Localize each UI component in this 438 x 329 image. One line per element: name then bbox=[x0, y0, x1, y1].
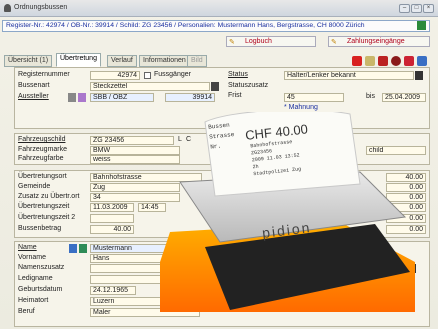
minimize-button[interactable]: – bbox=[399, 4, 410, 13]
zeit2-label: Übertretungszeit 2 bbox=[18, 214, 76, 221]
dropdown-icon[interactable] bbox=[211, 82, 219, 91]
title-bar: Ordnungsbussen – □ × bbox=[0, 0, 438, 17]
window-title: Ordnungsbussen bbox=[14, 4, 68, 11]
tab-uebersicht[interactable]: Übersicht (1) bbox=[4, 55, 53, 67]
tab-uebertretung[interactable]: Übertretung bbox=[56, 53, 101, 67]
logbuch-button[interactable]: ✎ Logbuch bbox=[226, 36, 316, 47]
person-lookup-icon[interactable] bbox=[69, 244, 77, 253]
arrow-right-icon[interactable] bbox=[352, 56, 362, 66]
bussenart-label: Bussenart bbox=[18, 82, 50, 89]
help-icon[interactable] bbox=[417, 56, 427, 66]
zeit2-date-field[interactable] bbox=[90, 214, 134, 223]
geburtsdatum-label: Geburtsdatum bbox=[18, 286, 63, 293]
app-icon bbox=[4, 4, 11, 12]
tab-verlauf[interactable]: Verlauf bbox=[107, 55, 137, 67]
fahrzeugschild-label: Fahrzeugschild bbox=[18, 136, 66, 143]
zeit1-date-field[interactable]: 11.03.2009 bbox=[90, 203, 134, 212]
aussteller-label: Aussteller bbox=[18, 93, 49, 100]
status-label: Status bbox=[228, 71, 248, 78]
zeit1-label: Übertretungszeit bbox=[18, 203, 70, 210]
aussteller-grid-icon[interactable] bbox=[68, 93, 76, 102]
tab-informationen[interactable]: Informationen bbox=[139, 55, 190, 67]
aussteller-field[interactable]: SBB / OBZ bbox=[90, 93, 154, 102]
fahrzeugfarbe-label: Fahrzeugfarbe bbox=[18, 155, 64, 162]
receipt-line-4: 2h bbox=[252, 163, 259, 171]
info-icon[interactable] bbox=[404, 56, 414, 66]
registernummer-field[interactable]: 42974 bbox=[90, 71, 140, 80]
register-info-bar: Register-Nr.: 42974 / OB-Nr.: 39914 / Sc… bbox=[2, 20, 430, 32]
receipt-line-5: Stadtpolizei Zug bbox=[253, 166, 302, 178]
geburtsdatum-field[interactable]: 24.12.1965 bbox=[90, 286, 136, 295]
register-arrow-icon[interactable] bbox=[417, 21, 426, 30]
status-field[interactable]: Halter/Lenker bekannt bbox=[284, 71, 414, 80]
receipt-strasse: Strasse bbox=[208, 131, 235, 141]
bussenart-field[interactable]: Steckzettel bbox=[90, 82, 210, 91]
fussgaenger-label: Fussgänger bbox=[154, 71, 191, 78]
pencil-icon: ✎ bbox=[229, 39, 235, 46]
namenszusatz-label: Namenszusatz bbox=[18, 264, 65, 271]
close-button[interactable]: × bbox=[423, 4, 434, 13]
beruf-label: Beruf bbox=[18, 308, 35, 315]
edit-icon[interactable] bbox=[365, 56, 375, 66]
bis-date-field[interactable]: 25.04.2009 bbox=[382, 93, 426, 102]
link-icon[interactable] bbox=[79, 244, 87, 253]
statuszusatz-label: Statuszusatz bbox=[228, 82, 269, 89]
fahrzeugmarke-label: Fahrzeugmarke bbox=[18, 146, 68, 153]
heimatort-label: Heimatort bbox=[18, 297, 49, 304]
uebertretungsort-label: Übertretungsort bbox=[18, 173, 67, 180]
name-label: Name bbox=[18, 244, 37, 251]
bussenbetrag-field[interactable]: 40.00 bbox=[90, 225, 134, 234]
zusatz-label: Zusatz zu Übertr.ort bbox=[18, 193, 80, 200]
frist-label: Frist bbox=[228, 92, 242, 99]
receipt-bussen: Bussen bbox=[207, 121, 231, 131]
gemeinde-label: Gemeinde bbox=[18, 183, 51, 190]
bussenbetrag-label: Bussenbetrag bbox=[18, 225, 62, 232]
tab-bild[interactable]: Bild bbox=[187, 55, 207, 67]
ledigname-label: Ledigname bbox=[18, 275, 53, 282]
delete-icon[interactable] bbox=[378, 56, 388, 66]
register-info-text: Register-Nr.: 42974 / OB-Nr.: 39914 / Sc… bbox=[6, 22, 365, 29]
aussteller-lookup-icon[interactable] bbox=[78, 93, 86, 102]
receipt-nr: Nr. bbox=[209, 142, 222, 151]
pencil-icon: ✎ bbox=[331, 39, 337, 46]
frist-days-field[interactable]: 45 bbox=[284, 93, 344, 102]
aussteller-number-field[interactable]: 39914 bbox=[165, 93, 215, 102]
fussgaenger-checkbox[interactable] bbox=[144, 72, 151, 79]
status-dropdown-icon[interactable] bbox=[415, 71, 423, 80]
bis-label: bis bbox=[366, 93, 375, 100]
maximize-button[interactable]: □ bbox=[411, 4, 422, 13]
vorname-label: Vorname bbox=[18, 254, 47, 261]
print-icon[interactable] bbox=[391, 56, 401, 66]
registernummer-label: Registernummer bbox=[18, 71, 70, 78]
zahlungseingaenge-button[interactable]: ✎ Zahlungseingänge bbox=[328, 36, 430, 47]
